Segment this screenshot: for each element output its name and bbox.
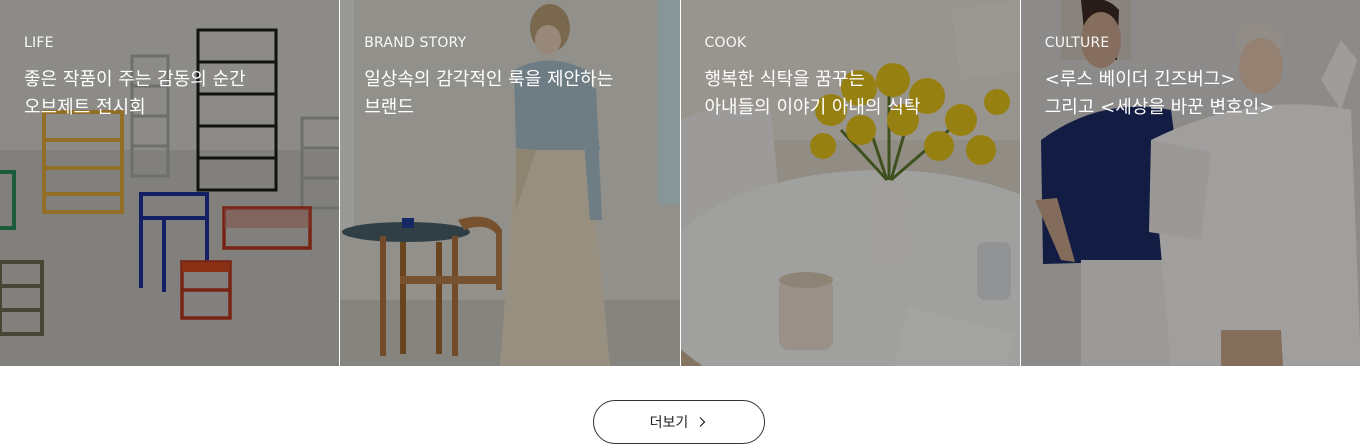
card-category: LIFE [24, 35, 54, 51]
card-category: BRAND STORY [364, 35, 467, 51]
card-culture[interactable]: CULTURE <루스 베이더 긴즈버그> 그리고 <세상을 바꾼 변호인> [1019, 0, 1360, 366]
card-text: BRAND STORY 일상속의 감각적인 룩을 제안하는 브랜드 [364, 34, 663, 122]
more-button[interactable]: 더보기 [593, 400, 765, 444]
card-text: CULTURE <루스 베이더 긴즈버그> 그리고 <세상을 바꾼 변호인> [1045, 34, 1344, 122]
card-text: LIFE 좋은 작품이 주는 감동의 순간 오브제트 전시회 [24, 34, 323, 122]
card-title-line1: <루스 베이더 긴즈버그> [1044, 69, 1236, 90]
card-title-line1: 일상속의 감각적인 룩을 제안하는 [364, 69, 614, 90]
card-title-line1: 행복한 식탁을 꿈꾸는 [704, 69, 865, 90]
chevron-right-icon [699, 417, 706, 427]
card-title-line2: 그리고 <세상을 바꾼 변호인> [1044, 97, 1275, 118]
card-title[interactable]: <루스 베이더 긴즈버그> 그리고 <세상을 바꾼 변호인> [1045, 66, 1344, 122]
card-category: COOK [704, 35, 747, 51]
card-cook[interactable]: COOK 행복한 식탁을 꿈꾸는 아내들의 이야기 아내의 식탁 [679, 0, 1020, 366]
card-life[interactable]: LIFE 좋은 작품이 주는 감동의 순간 오브제트 전시회 [0, 0, 340, 366]
card-title[interactable]: 일상속의 감각적인 룩을 제안하는 브랜드 [364, 66, 663, 122]
card-title-line2: 브랜드 [364, 97, 414, 118]
more-button-label: 더보기 [649, 415, 689, 431]
card-text: COOK 행복한 식탁을 꿈꾸는 아내들의 이야기 아내의 식탁 [705, 34, 1004, 122]
card-title-line2: 아내들의 이야기 아내의 식탁 [704, 97, 921, 118]
content-card-grid: LIFE 좋은 작품이 주는 감동의 순간 오브제트 전시회 BRAND STO… [0, 0, 1360, 366]
card-brand-story[interactable]: BRAND STORY 일상속의 감각적인 룩을 제안하는 브랜드 [339, 0, 680, 366]
card-title-line2: 오브제트 전시회 [24, 97, 146, 118]
card-title[interactable]: 행복한 식탁을 꿈꾸는 아내들의 이야기 아내의 식탁 [705, 66, 1004, 122]
card-title-line1: 좋은 작품이 주는 감동의 순간 [24, 69, 246, 90]
card-category: CULTURE [1044, 35, 1110, 51]
card-title[interactable]: 좋은 작품이 주는 감동의 순간 오브제트 전시회 [24, 66, 323, 122]
